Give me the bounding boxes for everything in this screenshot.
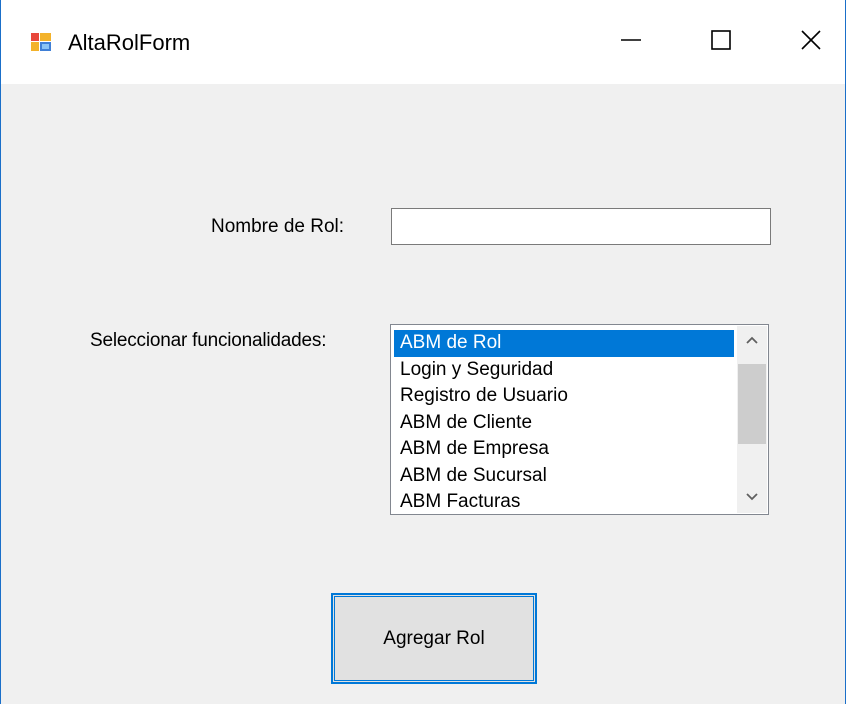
- maximize-button[interactable]: [691, 14, 751, 70]
- form-app-icon: [30, 31, 52, 53]
- nombre-rol-input[interactable]: [391, 208, 771, 245]
- funcionalidades-list: ABM de Rol Login y Seguridad Registro de…: [394, 330, 734, 514]
- scroll-thumb[interactable]: [738, 364, 766, 444]
- maximize-icon: [710, 29, 732, 56]
- list-item[interactable]: Registro de Usuario: [394, 383, 734, 410]
- list-item[interactable]: ABM de Sucursal: [394, 463, 734, 490]
- list-item[interactable]: Login y Seguridad: [394, 357, 734, 384]
- funcionalidades-listbox[interactable]: ABM de Rol Login y Seguridad Registro de…: [390, 324, 769, 515]
- list-item[interactable]: ABM Facturas: [394, 489, 734, 514]
- minimize-icon: [620, 29, 642, 56]
- alta-rol-window: AltaRolForm Nombre de Rol: Seleccionar f…: [0, 0, 846, 704]
- close-button[interactable]: [781, 14, 841, 70]
- funcionalidades-label: Seleccionar funcionalidades:: [90, 330, 327, 351]
- list-item[interactable]: ABM de Empresa: [394, 436, 734, 463]
- nombre-rol-label: Nombre de Rol:: [211, 216, 345, 237]
- scroll-down-button[interactable]: [737, 483, 767, 513]
- scroll-up-button[interactable]: [737, 326, 767, 356]
- minimize-button[interactable]: [601, 14, 661, 70]
- title-bar[interactable]: AltaRolForm: [1, 0, 845, 84]
- chevron-up-icon: [745, 332, 759, 350]
- list-item[interactable]: ABM de Cliente: [394, 410, 734, 437]
- close-icon: [800, 29, 822, 56]
- agregar-rol-button[interactable]: Agregar Rol: [331, 593, 537, 684]
- listbox-scrollbar[interactable]: [737, 326, 767, 513]
- chevron-down-icon: [745, 489, 759, 507]
- agregar-rol-label: Agregar Rol: [383, 627, 485, 649]
- window-title: AltaRolForm: [68, 30, 191, 55]
- list-item[interactable]: ABM de Rol: [394, 330, 734, 357]
